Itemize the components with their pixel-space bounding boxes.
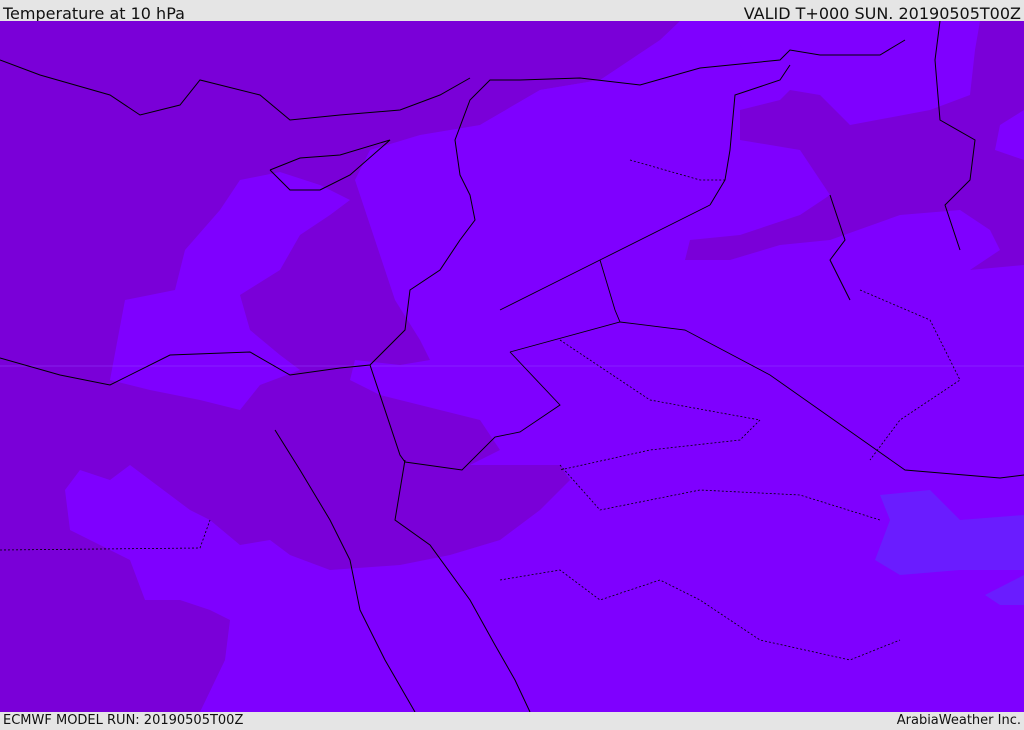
header-bar: Temperature at 10 hPa VALID T+000 SUN. 2… — [0, 0, 1024, 23]
model-run: ECMWF MODEL RUN: 20190505T00Z — [3, 713, 244, 728]
footer-bar: ECMWF MODEL RUN: 20190505T00Z ArabiaWeat… — [0, 712, 1024, 729]
temperature-map[interactable] — [0, 21, 1024, 712]
credit: ArabiaWeather Inc. — [896, 713, 1021, 728]
